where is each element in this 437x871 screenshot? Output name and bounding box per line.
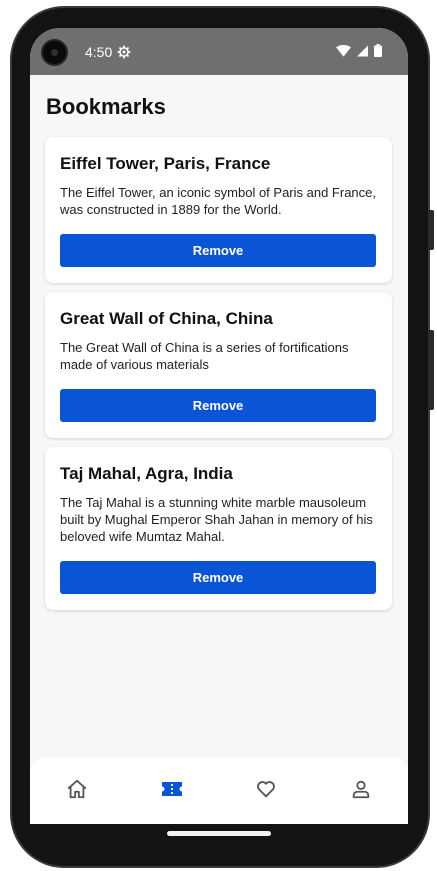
status-bar: 4:50 [30,28,408,75]
bookmark-description: The Taj Mahal is a stunning white marble… [60,495,373,544]
power-button [428,330,434,410]
remove-button[interactable]: Remove [60,389,376,422]
home-icon [68,779,87,798]
bookmark-card: Great Wall of China, China The Great Wal… [45,292,392,438]
home-indicator[interactable] [167,831,271,836]
remove-button[interactable]: Remove [60,561,376,594]
bookmark-title: Great Wall of China, China [60,309,273,328]
nav-favorites[interactable] [246,769,286,809]
status-time: 4:50 [85,44,113,60]
front-camera [41,39,68,66]
bookmark-title: Taj Mahal, Agra, India [60,464,233,483]
app-screen: 4:50 Bookmarks Eiffel Tower, Paris, Fran… [30,28,408,824]
profile-icon [352,780,369,798]
ticket-icon [161,781,182,796]
nav-profile[interactable] [341,769,381,809]
nav-bookmarks[interactable] [152,769,192,809]
bookmark-description: The Great Wall of China is a series of f… [60,340,349,372]
signal-icon [357,45,368,56]
bottom-nav [30,757,408,824]
battery-icon [374,44,382,57]
bookmark-title: Eiffel Tower, Paris, France [60,154,271,173]
heart-icon [257,780,276,797]
gear-icon [117,45,131,59]
nav-home[interactable] [57,769,97,809]
page-title: Bookmarks [46,94,166,119]
bookmark-description: The Eiffel Tower, an iconic symbol of Pa… [60,185,377,217]
bookmark-card: Eiffel Tower, Paris, France The Eiffel T… [45,137,392,283]
bookmark-card: Taj Mahal, Agra, India The Taj Mahal is … [45,447,392,610]
volume-button [428,210,434,250]
remove-button[interactable]: Remove [60,234,376,267]
wifi-icon [336,44,351,57]
bookmark-list: Eiffel Tower, Paris, France The Eiffel T… [45,137,392,619]
